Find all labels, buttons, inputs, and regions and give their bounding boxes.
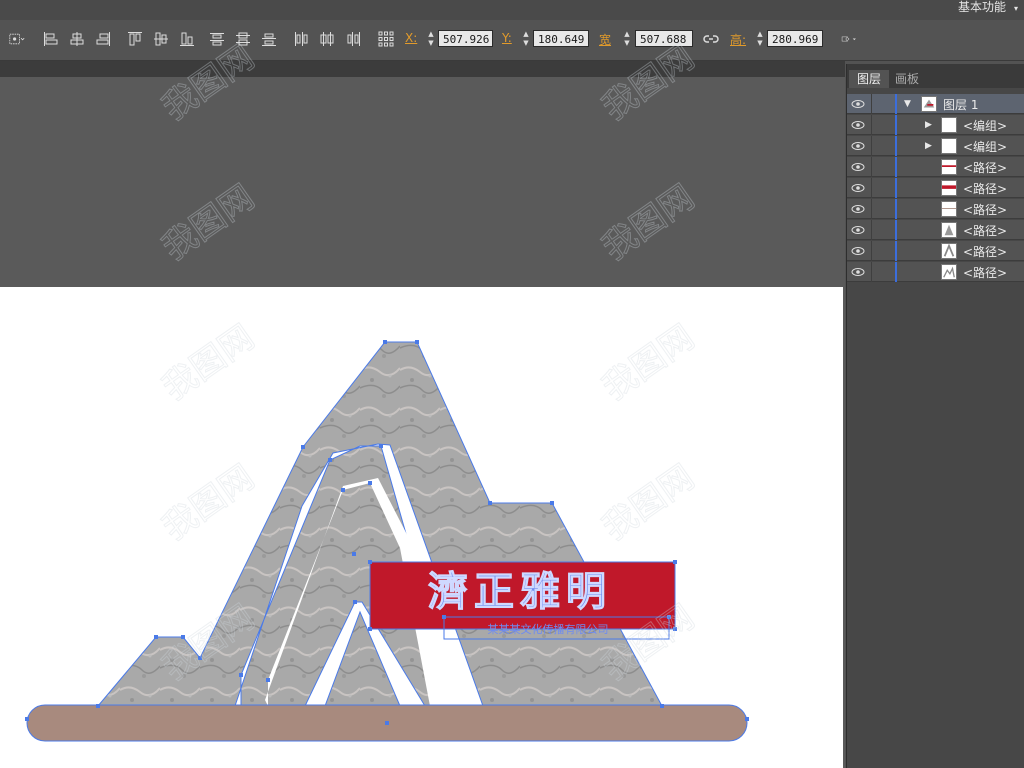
eye-icon[interactable] [851,160,865,174]
layer-row-path[interactable]: <路径> [847,178,1024,198]
eye-icon[interactable] [851,265,865,279]
layer-color-bar [895,136,897,156]
chevron-down-icon[interactable]: ▾ [1014,4,1018,13]
layer-color-bar [895,115,897,135]
layer-thumbnail [941,159,957,175]
layer-thumbnail [941,222,957,238]
layer-color-bar [895,94,897,114]
banner-title: 濟正雅明 [428,568,612,615]
lock-column[interactable] [871,262,872,282]
layer-color-bar [895,199,897,219]
eye-icon[interactable] [851,181,865,195]
layer-row-group[interactable]: ▶ <编组> [847,115,1024,135]
layer-name[interactable]: <路径> [963,180,1007,197]
layer-row-group[interactable]: ▶ <编组> [847,136,1024,156]
layer-thumbnail [941,138,957,154]
layer-thumbnail [941,201,957,217]
layer-name[interactable]: 图层 1 [943,96,978,113]
layer-color-bar [895,262,897,282]
layer-color-bar [895,157,897,177]
layer-thumbnail [921,96,937,112]
lock-column[interactable] [871,220,872,240]
layer-row-layer1[interactable]: ▼ 图层 1 [847,94,1024,114]
lock-column[interactable] [871,157,872,177]
layer-thumbnail [941,180,957,196]
tab-artboards[interactable]: 画板 [887,70,927,88]
layer-row-path[interactable]: <路径> [847,262,1024,282]
layers-panel: 图层 画板 ▼ 图层 1 ▶ <编组> ▶ <编组> <路径> <路径> <路径… [846,64,1024,768]
layer-name[interactable]: <路径> [963,243,1007,260]
layer-color-bar [895,178,897,198]
layer-thumbnail [941,117,957,133]
layer-row-path[interactable]: <路径> [847,241,1024,261]
workspace-switcher[interactable]: 基本功能 [958,0,1006,14]
expand-down-icon[interactable]: ▼ [904,99,911,109]
panel-tabs: 图层 画板 [847,64,1024,88]
expand-right-icon[interactable]: ▶ [925,120,932,130]
layer-thumbnail [941,243,957,259]
tab-layers[interactable]: 图层 [849,70,890,88]
lock-column[interactable] [871,94,872,114]
artwork[interactable]: 濟正雅明 某某某文化传播有限公司 [0,0,845,768]
expand-right-icon[interactable]: ▶ [925,141,932,151]
layer-name[interactable]: <路径> [963,201,1007,218]
lock-column[interactable] [871,178,872,198]
layer-name[interactable]: <编组> [963,138,1007,155]
lock-column[interactable] [871,115,872,135]
eye-icon[interactable] [851,223,865,237]
eye-icon[interactable] [851,97,865,111]
layer-name[interactable]: <编组> [963,117,1007,134]
layer-thumbnail [941,264,957,280]
lock-column[interactable] [871,241,872,261]
lock-column[interactable] [871,199,872,219]
eye-icon[interactable] [851,118,865,132]
layer-name[interactable]: <路径> [963,159,1007,176]
layer-row-path[interactable]: <路径> [847,199,1024,219]
layer-row-path[interactable]: <路径> [847,220,1024,240]
layer-name[interactable]: <路径> [963,222,1007,239]
eye-icon[interactable] [851,139,865,153]
banner-subtitle: 某某某文化传播有限公司 [488,622,609,636]
layer-color-bar [895,241,897,261]
eye-icon[interactable] [851,202,865,216]
layer-color-bar [895,220,897,240]
layer-row-path[interactable]: <路径> [847,157,1024,177]
lock-column[interactable] [871,136,872,156]
layer-name[interactable]: <路径> [963,264,1007,281]
eye-icon[interactable] [851,244,865,258]
